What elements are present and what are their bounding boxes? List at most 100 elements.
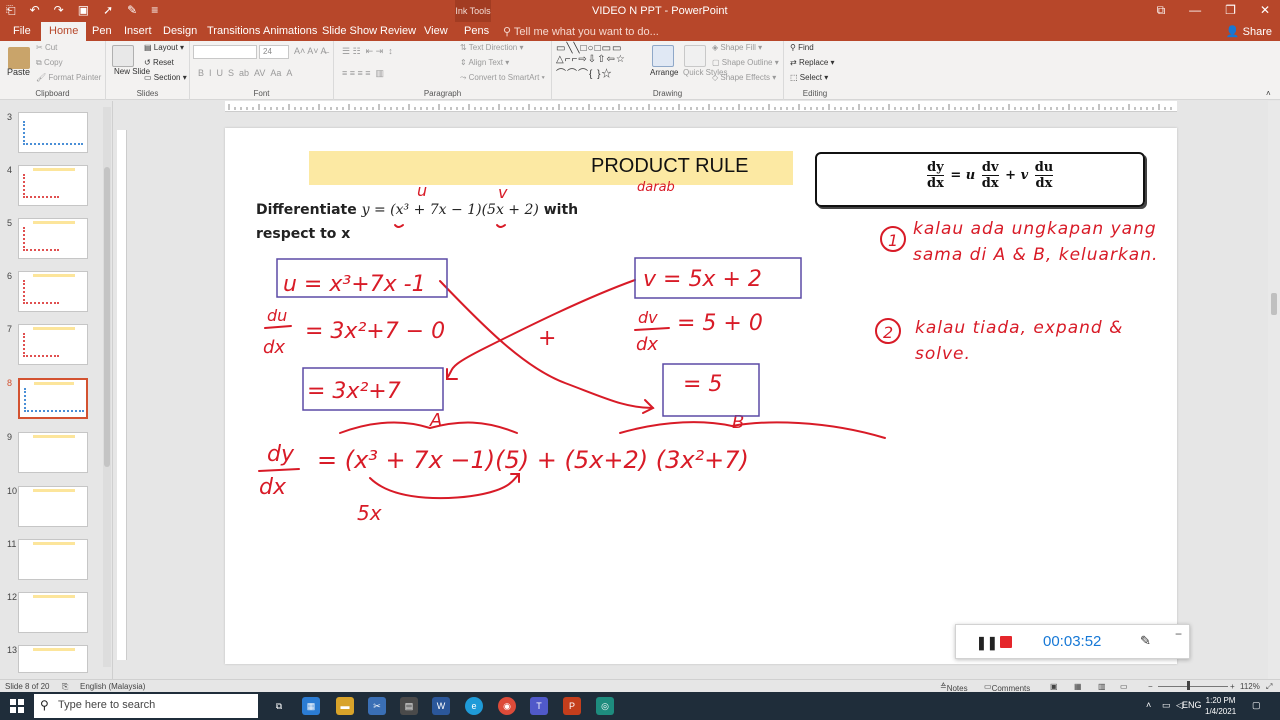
slide-thumbnail[interactable]: [18, 112, 88, 153]
documents-icon[interactable]: ▤: [400, 697, 418, 715]
ribbon-display-icon[interactable]: ⧉: [1157, 3, 1166, 18]
notes-button[interactable]: ≙ Notes: [940, 682, 968, 693]
slide-canvas[interactable]: PRODUCT RULE dy dx = u dv dx + v du dx Diff…: [225, 128, 1177, 664]
teams-icon[interactable]: T: [530, 697, 548, 715]
stop-icon[interactable]: [1000, 636, 1012, 648]
collapse-ribbon-icon[interactable]: ˄: [1266, 89, 1271, 98]
word-icon[interactable]: W: [432, 697, 450, 715]
tab-file[interactable]: File: [13, 25, 31, 37]
chrome-icon[interactable]: ◉: [498, 697, 516, 715]
slide-thumbnail[interactable]: [18, 432, 88, 473]
task-view-icon[interactable]: ⧉: [270, 697, 288, 715]
fit-slide-icon[interactable]: ⤢: [1266, 682, 1272, 692]
keyboard-language[interactable]: ENG: [1182, 700, 1202, 710]
pen-icon[interactable]: ✎: [1140, 633, 1151, 649]
section-button[interactable]: ▭ Section ▾: [144, 73, 187, 82]
screen-recorder-icon[interactable]: ◎: [596, 697, 614, 715]
select-button[interactable]: ⬚ Select ▾: [790, 73, 828, 82]
redo-icon[interactable]: ↷: [54, 3, 64, 18]
replace-button[interactable]: ⇄ Replace ▾: [790, 58, 835, 67]
language-indicator[interactable]: English (Malaysia): [80, 682, 145, 691]
slide-thumbnail-active[interactable]: [18, 378, 88, 419]
tell-me-search[interactable]: ⚲ Tell me what you want to do...: [503, 25, 659, 38]
network-icon[interactable]: ▭: [1162, 700, 1171, 711]
slide-thumbnail[interactable]: [18, 271, 88, 312]
slide-thumbnail[interactable]: [18, 539, 88, 580]
snipping-tool-icon[interactable]: ✂: [368, 697, 386, 715]
list-buttons[interactable]: ☰ ☷ ⇤ ⇥ ↕: [342, 46, 393, 57]
format-painter-button[interactable]: 🖌 Format Painter: [36, 73, 101, 82]
reset-button[interactable]: ↺ Reset: [144, 58, 174, 67]
arrange-icon[interactable]: [652, 45, 674, 67]
tab-design[interactable]: Design: [163, 25, 197, 37]
file-explorer-icon[interactable]: ▬: [336, 697, 354, 715]
shapes-gallery[interactable]: ▭╲╲□○□▭▭ △⌐⌐⇨⇩⇧⇦☆ ⌒⌒⌒{ }☆: [556, 43, 626, 80]
slide-thumbnail[interactable]: [18, 592, 88, 633]
tray-chevron-icon[interactable]: ˄: [1146, 700, 1151, 710]
slide-sorter-icon[interactable]: ▦: [1074, 682, 1082, 691]
slide-thumbnail[interactable]: [18, 645, 88, 673]
quick-styles-icon[interactable]: [684, 45, 706, 67]
calculator-icon[interactable]: ▦: [302, 697, 320, 715]
editor-scrollbar[interactable]: [1268, 101, 1280, 679]
taskbar-clock[interactable]: 1:20 PM 1/4/2021: [1205, 695, 1236, 717]
align-buttons[interactable]: ≡ ≡ ≡ ≡ ▥: [342, 68, 384, 79]
comments-button[interactable]: ▭ Comments: [984, 682, 1030, 693]
restore-icon[interactable]: ❐: [1225, 3, 1236, 18]
powerpoint-icon[interactable]: P: [563, 697, 581, 715]
font-family-combo[interactable]: [193, 45, 257, 59]
font-grow-shrink[interactable]: A˄ A˅ A̶: [294, 46, 327, 56]
minimize-icon[interactable]: —: [1189, 3, 1201, 18]
pause-icon[interactable]: ❚❚: [976, 635, 998, 651]
scrollbar-thumb[interactable]: [104, 167, 110, 467]
start-from-beginning-icon[interactable]: ▣: [78, 3, 89, 18]
slideshow-icon[interactable]: ▭: [1120, 682, 1128, 691]
shape-outline-button[interactable]: ▢ Shape Outline ▾: [712, 58, 779, 67]
zoom-in-icon[interactable]: +: [1230, 682, 1235, 691]
reading-view-icon[interactable]: ▥: [1098, 682, 1106, 691]
new-slide-icon[interactable]: [112, 45, 134, 67]
copy-button[interactable]: ⧉ Copy: [36, 58, 63, 68]
paste-label[interactable]: Paste: [7, 67, 30, 77]
slide-thumbnail[interactable]: [18, 218, 88, 259]
font-size-combo[interactable]: 24: [259, 45, 289, 59]
slide-thumbnail[interactable]: [18, 165, 88, 206]
notifications-icon[interactable]: ▢: [1252, 700, 1261, 711]
tab-transitions[interactable]: Transitions: [207, 25, 260, 37]
save-icon[interactable]: ⎗: [6, 3, 16, 18]
tab-insert[interactable]: Insert: [124, 25, 152, 37]
pen-icon[interactable]: ✎: [127, 3, 137, 18]
tab-animations[interactable]: Animations: [263, 25, 317, 37]
close-icon[interactable]: ✕: [1260, 3, 1270, 18]
thumbnail-scrollbar[interactable]: [103, 107, 111, 667]
tab-review[interactable]: Review: [380, 25, 416, 37]
tab-slide-show[interactable]: Slide Show: [322, 25, 377, 37]
zoom-slider[interactable]: [1158, 686, 1228, 687]
share-button[interactable]: 👤 Share: [1226, 25, 1272, 38]
tab-home[interactable]: Home: [41, 22, 87, 41]
shape-fill-button[interactable]: ◈ Shape Fill ▾: [712, 43, 762, 52]
find-button[interactable]: ⚲ Find: [790, 43, 814, 52]
text-direction-button[interactable]: ⇅ Text Direction ▾: [460, 43, 524, 52]
font-style-buttons[interactable]: B I U S ab AV Aa A: [198, 68, 292, 78]
zoom-slider-thumb[interactable]: [1187, 681, 1190, 690]
pointer-icon[interactable]: ➚: [103, 3, 113, 18]
tab-pens[interactable]: Pens: [464, 25, 489, 37]
zoom-out-icon[interactable]: −: [1148, 682, 1153, 691]
ink-annotations[interactable]: u v darab u = x³+7x -1 du dx = 3x²+7 − 0…: [225, 128, 1177, 664]
undo-icon[interactable]: ↶: [30, 3, 40, 18]
cut-button[interactable]: ✂ Cut: [36, 43, 57, 52]
scrollbar-thumb[interactable]: [1271, 293, 1277, 315]
slide-thumbnail[interactable]: [18, 324, 88, 365]
normal-view-icon[interactable]: ▣: [1050, 682, 1058, 691]
spellcheck-icon[interactable]: ⎘: [62, 682, 68, 692]
arrange-label[interactable]: Arrange: [650, 68, 678, 77]
zoom-level[interactable]: 112%: [1240, 682, 1260, 691]
customize-qat-icon[interactable]: ≡: [151, 3, 158, 18]
edge-icon[interactable]: e: [465, 697, 483, 715]
slide-thumbnail[interactable]: [18, 486, 88, 527]
layout-button[interactable]: ▤ Layout ▾: [144, 43, 184, 52]
shape-effects-button[interactable]: ◇ Shape Effects ▾: [712, 73, 776, 82]
start-button[interactable]: [10, 699, 24, 713]
convert-smartart-button[interactable]: ⤳ Convert to SmartArt ▾: [460, 73, 545, 83]
